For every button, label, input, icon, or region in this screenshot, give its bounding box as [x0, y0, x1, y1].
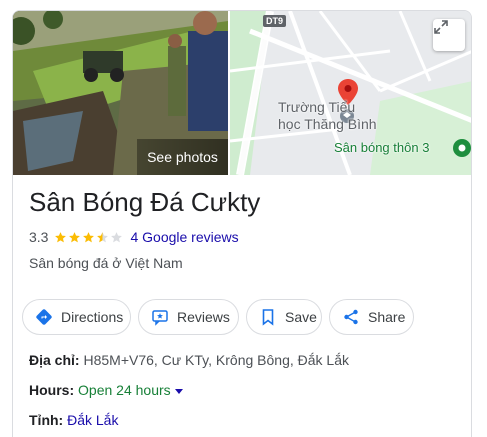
field-marker-icon — [453, 139, 471, 157]
directions-button[interactable]: Directions — [22, 299, 131, 335]
map-label-school: Trường Tiểu học Thăng Bình — [278, 99, 377, 133]
place-title: Sân Bóng Đá Cưkty — [29, 187, 261, 217]
action-buttons: Directions Reviews Save Share — [22, 299, 421, 335]
place-category: Sân bóng đá ở Việt Nam — [29, 255, 183, 271]
province-link[interactable]: Đắk Lắk — [67, 412, 118, 428]
star-empty-icon — [111, 231, 123, 242]
place-photo[interactable]: See photos — [13, 11, 228, 175]
reviews-label: Reviews — [177, 309, 230, 325]
rating-stars — [54, 231, 124, 244]
star-full-icon — [83, 231, 95, 242]
save-button[interactable]: Save — [246, 299, 322, 335]
rating-value: 3.3 — [29, 229, 49, 245]
share-label: Share — [368, 309, 406, 325]
map-thumbnail[interactable]: DT9 Trường Tiểu học Thăng Bình Sân bóng … — [230, 11, 471, 175]
google-reviews-link[interactable]: 4 Google reviews — [130, 229, 238, 245]
province-label: Tỉnh: — [29, 412, 64, 428]
expand-map-button[interactable] — [433, 19, 465, 51]
address-label: Địa chỉ: — [29, 352, 80, 368]
hours-value[interactable]: Open 24 hours — [78, 382, 171, 398]
reviews-button[interactable]: Reviews — [138, 299, 239, 335]
road-label-dt9: DT9 — [263, 15, 287, 27]
place-card: See photos DT9 Trường Tiểu học Thăng Bìn… — [12, 10, 472, 437]
map-label-field: Sân bóng thôn 3 — [334, 140, 430, 155]
province-row: Tỉnh: Đắk Lắk — [29, 412, 118, 428]
share-button[interactable]: Share — [329, 299, 414, 335]
star-full-icon — [55, 231, 67, 242]
school-label-line1: Trường Tiểu — [278, 99, 356, 115]
media-strip: See photos DT9 Trường Tiểu học Thăng Bìn… — [13, 11, 471, 175]
hours-row: Hours: Open 24 hours — [29, 382, 183, 398]
review-icon — [151, 308, 169, 326]
address-row: Địa chỉ: H85M+V76, Cư KTy, Krông Bông, Đ… — [29, 352, 349, 368]
share-icon — [342, 308, 360, 326]
chevron-down-icon[interactable] — [174, 388, 183, 394]
expand-icon — [434, 20, 448, 34]
directions-label: Directions — [61, 309, 124, 325]
directions-icon — [35, 308, 53, 326]
address-value: H85M+V76, Cư KTy, Krông Bông, Đắk Lắk — [83, 352, 349, 368]
school-label-line2: học Thăng Bình — [278, 116, 377, 132]
save-label: Save — [285, 309, 317, 325]
star-half-icon — [97, 231, 109, 242]
bookmark-icon — [259, 308, 277, 326]
rating-row: 3.3 4 Google reviews — [29, 229, 239, 245]
hours-label: Hours: — [29, 382, 75, 398]
see-photos-button[interactable]: See photos — [137, 139, 228, 175]
star-full-icon — [69, 231, 81, 242]
